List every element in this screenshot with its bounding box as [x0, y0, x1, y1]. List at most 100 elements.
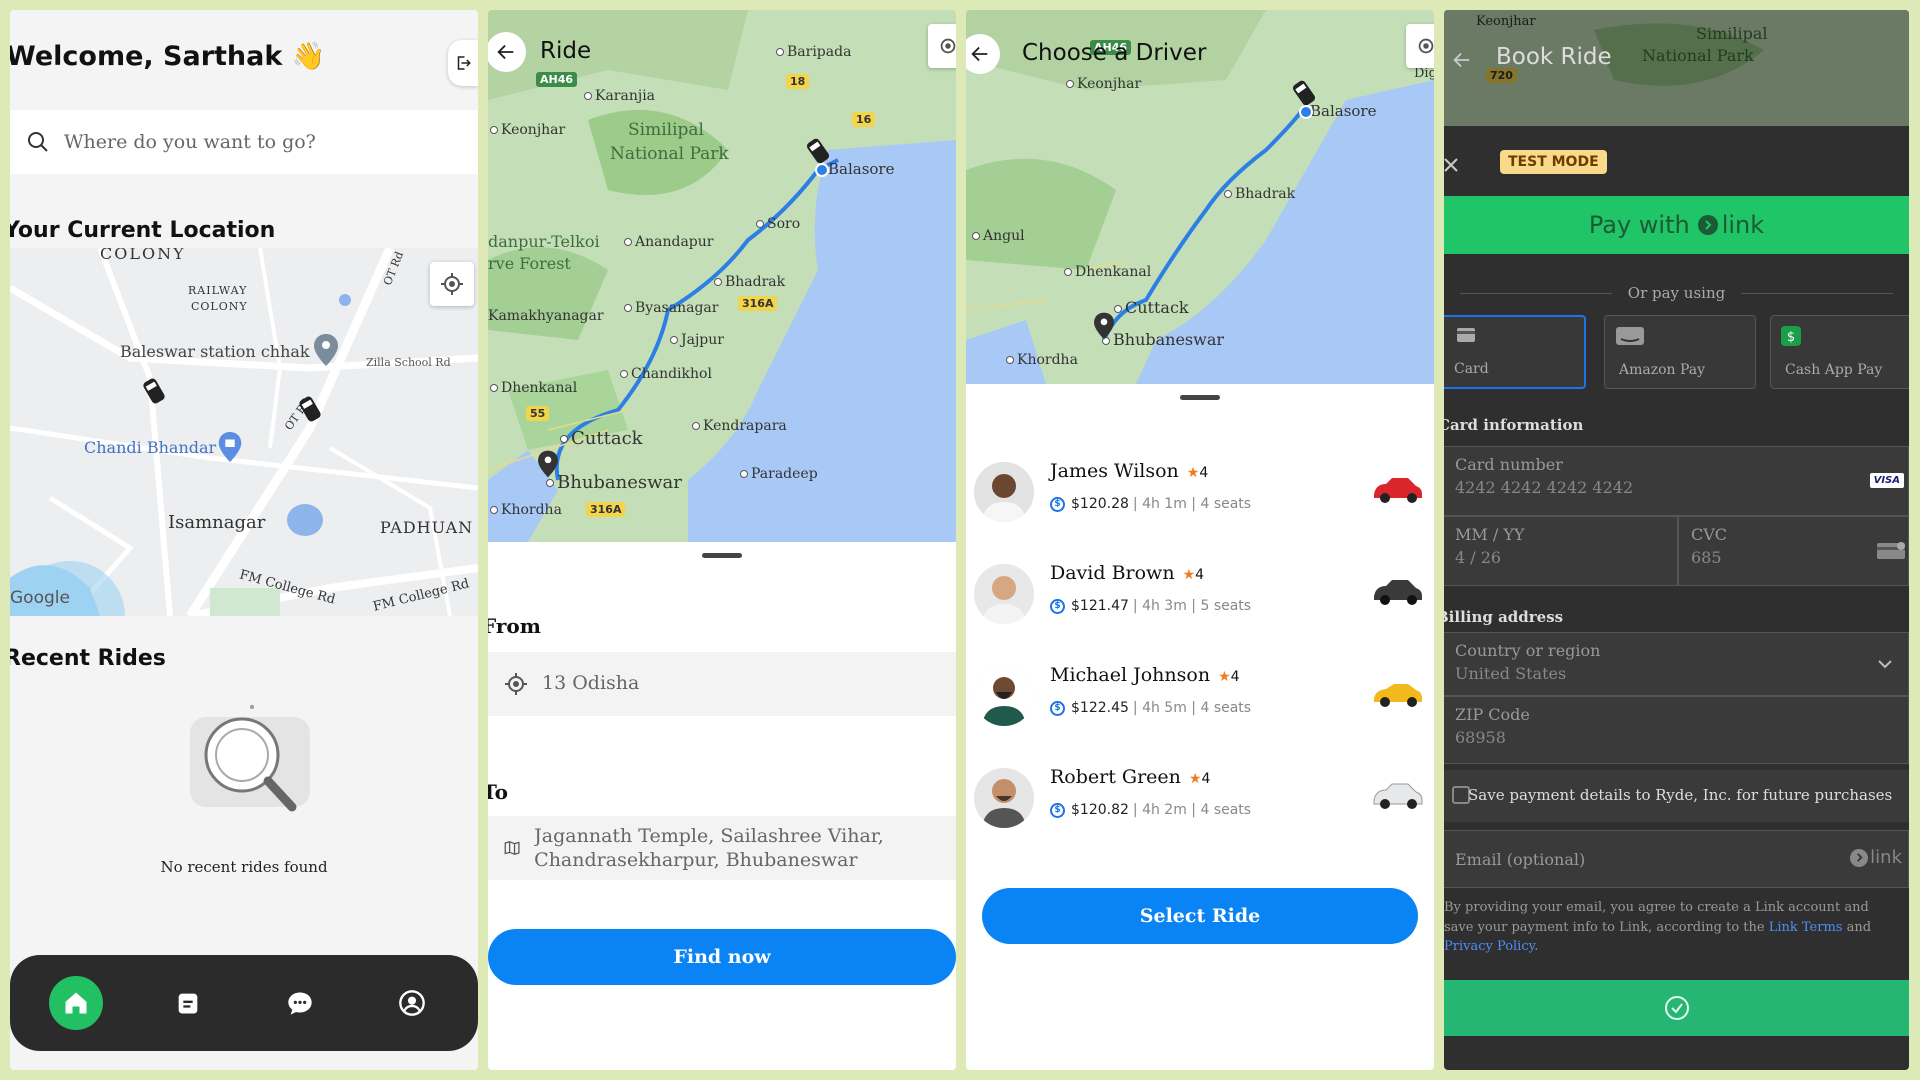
close-icon[interactable] [1444, 156, 1460, 174]
search-bar[interactable]: Where do you want to go? [10, 110, 478, 174]
map-label-zilla-school: Zilla School Rd [366, 356, 451, 369]
locate-me-button[interactable] [928, 24, 956, 68]
map-city-cuttack: Cuttack [1114, 298, 1189, 317]
cvc-card-icon [1877, 542, 1905, 559]
highway-shield: 316A [586, 502, 626, 517]
driver-rating: ★4 [1186, 465, 1209, 481]
expiry-input[interactable]: 4 / 26 [1455, 548, 1665, 567]
nav-rides[interactable] [161, 976, 215, 1030]
sheet-handle[interactable] [1180, 395, 1220, 400]
to-input[interactable]: Jagannath Temple, Sailashree Vihar, Chan… [534, 825, 956, 871]
pay-method-card[interactable]: Card [1444, 315, 1586, 389]
map-city-balasore: Balasore [1310, 102, 1377, 120]
map-city-bhadrak: Bhadrak [1224, 186, 1295, 202]
pay-method-label: Amazon Pay [1619, 362, 1706, 378]
driver-details: | 4h 1m | 4 seats [1132, 496, 1252, 512]
star-icon: ★ [1186, 465, 1200, 481]
link-terms-link[interactable]: Link Terms [1769, 920, 1843, 935]
card-info-label: Card information [1444, 416, 1584, 434]
expiry-field[interactable]: MM / YY 4 / 26 [1444, 516, 1678, 586]
map-city-dhenkanal: Dhenkanal [490, 380, 577, 396]
pay-method-label: Card [1454, 361, 1489, 377]
avatar [974, 666, 1034, 726]
highway-shield: 316A [738, 296, 778, 311]
map-icon [504, 841, 520, 855]
privacy-policy-link[interactable]: Privacy Policy [1444, 939, 1534, 954]
star-icon: ★ [1182, 567, 1196, 583]
from-input[interactable]: 13 Odisha [542, 672, 639, 696]
email-input[interactable]: Email (optional) [1455, 850, 1585, 869]
check-circle-icon [1664, 996, 1689, 1020]
zip-input[interactable]: 68958 [1455, 728, 1896, 747]
driver-name: James Wilson [1050, 460, 1179, 482]
driver-rating: ★4 [1188, 771, 1211, 787]
link-logo-icon [1850, 848, 1869, 867]
pay-method-label: Cash App Pay [1785, 362, 1883, 378]
billing-label: Billing address [1444, 608, 1564, 626]
search-icon [28, 132, 48, 152]
map-label-station: Baleswar station chhak [120, 342, 310, 361]
visa-icon: VISA [1869, 473, 1904, 488]
driver-map[interactable]: Keonjhar Balasore Bhadrak Angul Dhenkana… [966, 10, 1434, 384]
save-details-row[interactable]: Save payment details to Ryde, Inc. for f… [1444, 770, 1909, 822]
map-label-isamnagar: Isamnagar [168, 512, 266, 533]
map-city-chandikhol: Chandikhol [620, 366, 712, 382]
cvc-field[interactable]: CVC 685 [1678, 516, 1909, 586]
zip-label: ZIP Code [1455, 705, 1530, 724]
logout-button[interactable] [448, 40, 478, 86]
map-city-byasanagar: Byasanagar [624, 300, 718, 316]
link-logo: link [1850, 847, 1902, 868]
email-field[interactable]: Email (optional) link [1444, 830, 1909, 888]
pay-method-amazon-pay[interactable]: Amazon Pay [1604, 315, 1756, 389]
driver-card[interactable]: Michael Johnson ★4 $ $122.45 | 4h 5m | 4 se… [974, 658, 1424, 736]
country-select[interactable]: Country or region United States [1444, 632, 1909, 696]
pay-with-link-button[interactable]: Pay with link [1444, 196, 1909, 254]
select-ride-button[interactable]: Select Ride [982, 888, 1418, 944]
map-city-anandapur: Anandapur [624, 234, 713, 250]
highway-shield: 16 [852, 112, 876, 127]
nav-home[interactable] [49, 976, 103, 1030]
locate-me-button[interactable] [430, 262, 474, 306]
from-field[interactable]: 13 Odisha [488, 652, 956, 716]
dollar-icon: $ [1050, 598, 1065, 614]
search-input[interactable]: Where do you want to go? [64, 131, 316, 153]
card-number-input[interactable]: 4242 4242 4242 4242 [1455, 478, 1896, 497]
map-city-khordha: Khordha [1006, 352, 1078, 368]
pay-button[interactable] [1444, 980, 1909, 1036]
avatar [974, 564, 1034, 624]
google-logo: Google [10, 588, 70, 608]
route-map[interactable]: Baripada Karanjia Keonjhar Similipal Nat… [488, 10, 956, 542]
map-city-cuttack: Cuttack [560, 428, 643, 449]
driver-card[interactable]: Robert Green ★4 $ $120.82 | 4h 2m | 4 seats [974, 760, 1424, 838]
location-pin-icon [314, 334, 338, 366]
link-word: link [1870, 847, 1902, 868]
pay-method-cash-app[interactable]: $ Cash App Pay [1770, 315, 1909, 389]
svg-text:$: $ [1787, 330, 1795, 345]
driver-card[interactable]: David Brown ★4 $ $121.47 | 4h 3m | 5 seats [974, 556, 1424, 634]
map-label-colony: COLONY [100, 248, 186, 263]
cvc-input[interactable]: 685 [1691, 548, 1896, 567]
driver-rating: ★4 [1182, 567, 1205, 583]
sheet-handle[interactable] [702, 553, 742, 558]
car-thumbnail-icon [1373, 783, 1423, 809]
highway-shield: 55 [526, 406, 550, 421]
card-number-field[interactable]: Card number 4242 4242 4242 4242 VISA [1444, 446, 1909, 516]
map-label-similipal: Similipal [628, 120, 704, 140]
locate-me-button[interactable] [1406, 24, 1434, 68]
expiry-label: MM / YY [1455, 525, 1525, 544]
nav-chat[interactable] [273, 976, 327, 1030]
legal-end: . [1534, 939, 1539, 954]
save-details-label: Save payment details to Ryde, Inc. for f… [1468, 786, 1893, 804]
driver-card[interactable]: James Wilson ★4 $ $120.28 | 4h 1m | 4 seats [974, 454, 1424, 532]
ride-screen: Baripada Karanjia Keonjhar Similipal Nat… [488, 10, 956, 1070]
map-label-chandi-bhandar: Chandi Bhandar [84, 438, 217, 457]
dollar-icon: $ [1050, 700, 1065, 716]
find-now-button[interactable]: Find now [488, 929, 956, 985]
zip-field[interactable]: ZIP Code 68958 [1444, 696, 1909, 764]
screen-title: Ride [540, 38, 592, 64]
current-location-map[interactable]: COLONY RAILWAY COLONY Baleswar station c… [10, 248, 478, 616]
destination-dot-icon [815, 163, 829, 177]
origin-pin-icon [1094, 312, 1114, 340]
nav-profile[interactable] [385, 976, 439, 1030]
to-field[interactable]: Jagannath Temple, Sailashree Vihar, Chan… [488, 816, 956, 880]
